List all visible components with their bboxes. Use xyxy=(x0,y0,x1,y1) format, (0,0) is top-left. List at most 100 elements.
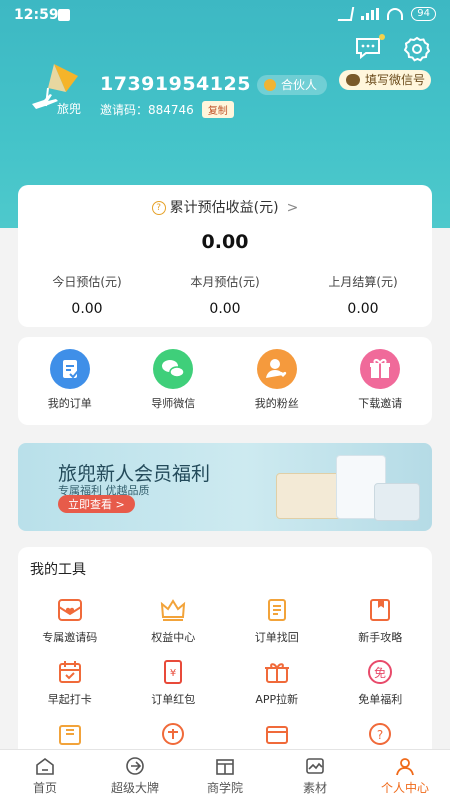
partner-badge: 合伙人 xyxy=(257,75,328,95)
tool-more-2[interactable] xyxy=(122,721,226,747)
brand-icon xyxy=(126,757,144,775)
sim-icon xyxy=(338,7,355,21)
earnings-last-month-label: 上月结算(元) xyxy=(328,275,398,289)
gift-icon xyxy=(360,349,401,389)
free-order-icon: 免 xyxy=(368,660,393,684)
tab-super-brand-label: 超级大牌 xyxy=(110,781,159,795)
status-time: 12:59 xyxy=(14,7,59,23)
tab-material[interactable]: 素材 xyxy=(270,750,360,800)
tool-beginner-guide[interactable]: 新手攻略 xyxy=(329,597,433,645)
checkin-icon xyxy=(58,661,81,683)
material-icon xyxy=(306,758,324,774)
red-packet-icon: ¥ xyxy=(164,660,183,684)
battery-icon: 94 xyxy=(411,7,436,21)
tool-morning-checkin[interactable]: 早起打卡 xyxy=(18,659,122,707)
message-icon[interactable] xyxy=(354,34,385,60)
tools-card: 我的工具 专属邀请码 权益中心 订单找回 新手攻略 早起打卡 ¥ 订单红包 AP… xyxy=(18,547,432,777)
tool-more-1[interactable] xyxy=(18,721,122,747)
status-bar: 12:59 94 xyxy=(0,0,450,32)
svg-text:¥: ¥ xyxy=(170,668,176,679)
product-pack-image xyxy=(374,483,420,521)
quick-link-mentor-label: 导师微信 xyxy=(151,397,196,410)
tab-super-brand[interactable]: 超级大牌 xyxy=(90,750,180,800)
tool-more-3[interactable] xyxy=(225,721,329,747)
svg-text:旅兜: 旅兜 xyxy=(57,101,81,116)
quick-link-orders-label: 我的订单 xyxy=(47,397,92,410)
app-invite-icon xyxy=(264,663,289,683)
tab-profile-center[interactable]: 个人中心 xyxy=(360,750,450,800)
home-icon xyxy=(36,758,54,775)
earnings-month-label: 本月预估(元) xyxy=(190,275,260,289)
earnings-month[interactable]: 本月预估(元) 0.00 xyxy=(156,273,294,317)
quick-link-fans[interactable]: 我的粉丝 xyxy=(225,337,329,425)
earnings-today[interactable]: 今日预估(元) 0.00 xyxy=(18,273,156,317)
help-icon: ? xyxy=(369,723,392,745)
quick-link-mentor-wechat[interactable]: 导师微信 xyxy=(122,337,226,425)
settings-gear-icon[interactable] xyxy=(403,36,432,62)
quick-links-card: 我的订单 导师微信 我的粉丝 下载邀请 xyxy=(18,337,432,425)
order-recover-icon xyxy=(267,599,286,621)
tool-rights-center[interactable]: 权益中心 xyxy=(122,597,226,645)
app-logo: 旅兜 xyxy=(26,62,86,120)
tab-business-school[interactable]: 商学院 xyxy=(180,750,270,800)
tool-red-packet-label: 订单红包 xyxy=(151,693,196,706)
invite-code: 邀请码：884746 xyxy=(100,103,194,117)
quick-link-orders[interactable]: 我的订单 xyxy=(18,337,122,425)
school-icon xyxy=(216,759,234,775)
invite-code-icon xyxy=(57,599,82,621)
banner-view-button[interactable]: 立即查看 > xyxy=(58,495,135,513)
earnings-total: 0.00 xyxy=(201,231,249,253)
earnings-today-value: 0.00 xyxy=(71,301,103,317)
chevron-right-icon: > xyxy=(286,200,299,216)
fans-icon xyxy=(256,349,297,389)
taobao-icon xyxy=(162,723,185,745)
tool-red-packet[interactable]: ¥ 订单红包 xyxy=(122,659,226,707)
signal-icon xyxy=(361,8,380,20)
tab-home-label: 首页 xyxy=(32,781,57,795)
tool-morning-checkin-label: 早起打卡 xyxy=(47,693,92,706)
unread-dot xyxy=(379,34,385,40)
partner-badge-label: 合伙人 xyxy=(281,78,318,92)
copy-button[interactable]: 复制 xyxy=(201,101,234,118)
tab-profile-center-label: 个人中心 xyxy=(380,781,429,795)
guide-icon xyxy=(370,599,391,621)
earnings-title-row[interactable]: ? 累计预估收益(元) > xyxy=(18,197,432,217)
quick-link-fans-label: 我的粉丝 xyxy=(254,397,299,410)
tool-invite-code[interactable]: 专属邀请码 xyxy=(18,597,122,645)
earnings-last-month-value: 0.00 xyxy=(347,301,379,317)
earnings-title: 累计预估收益(元) xyxy=(169,200,279,216)
invite-code-row: 邀请码：884746 复制 xyxy=(100,101,234,118)
tool-more-4[interactable]: ? xyxy=(329,721,433,747)
user-phone: 17391954125 xyxy=(100,73,251,95)
tool-app-invite-label: APP拉新 xyxy=(255,693,299,706)
earnings-last-month[interactable]: 上月结算(元) 0.00 xyxy=(294,273,432,317)
tool-free-order-label: 免单福利 xyxy=(358,693,403,706)
tool-invite-code-label: 专属邀请码 xyxy=(42,631,98,644)
promo-banner[interactable]: 旅兜新人会员福利 专属福利 优越品质 立即查看 > xyxy=(18,443,432,531)
wallet-icon xyxy=(265,726,288,744)
tab-home[interactable]: 首页 xyxy=(0,750,90,800)
fill-wechat-button[interactable]: 填写微信号 xyxy=(339,70,432,90)
earnings-month-value: 0.00 xyxy=(209,301,241,317)
wechat-icon xyxy=(346,74,360,86)
tab-business-school-label: 商学院 xyxy=(206,781,243,795)
crown-icon xyxy=(161,599,186,621)
bottom-tab-bar: 首页 超级大牌 商学院 素材 个人中心 xyxy=(0,749,450,800)
tool-order-recover-label: 订单找回 xyxy=(254,631,299,644)
tool-rights-center-label: 权益中心 xyxy=(151,631,196,644)
earnings-today-label: 今日预估(元) xyxy=(52,275,122,289)
tab-material-label: 素材 xyxy=(302,781,327,795)
profile-icon xyxy=(396,758,414,776)
medal-icon xyxy=(264,79,276,91)
tool-app-invite[interactable]: APP拉新 xyxy=(225,659,329,707)
wechat-icon xyxy=(153,349,194,389)
earnings-card: ? 累计预估收益(元) > 0.00 今日预估(元) 0.00 本月预估(元) 0.… xyxy=(18,185,432,327)
tool-order-recover[interactable]: 订单找回 xyxy=(225,597,329,645)
order-icon xyxy=(49,349,90,389)
question-icon: ? xyxy=(151,201,166,215)
notification-icon xyxy=(58,9,70,21)
tool-free-order[interactable]: 免 免单福利 xyxy=(329,659,433,707)
quick-link-download[interactable]: 下载邀请 xyxy=(329,337,433,425)
svg-text:免: 免 xyxy=(374,665,386,680)
svg-text:?: ? xyxy=(377,728,383,742)
